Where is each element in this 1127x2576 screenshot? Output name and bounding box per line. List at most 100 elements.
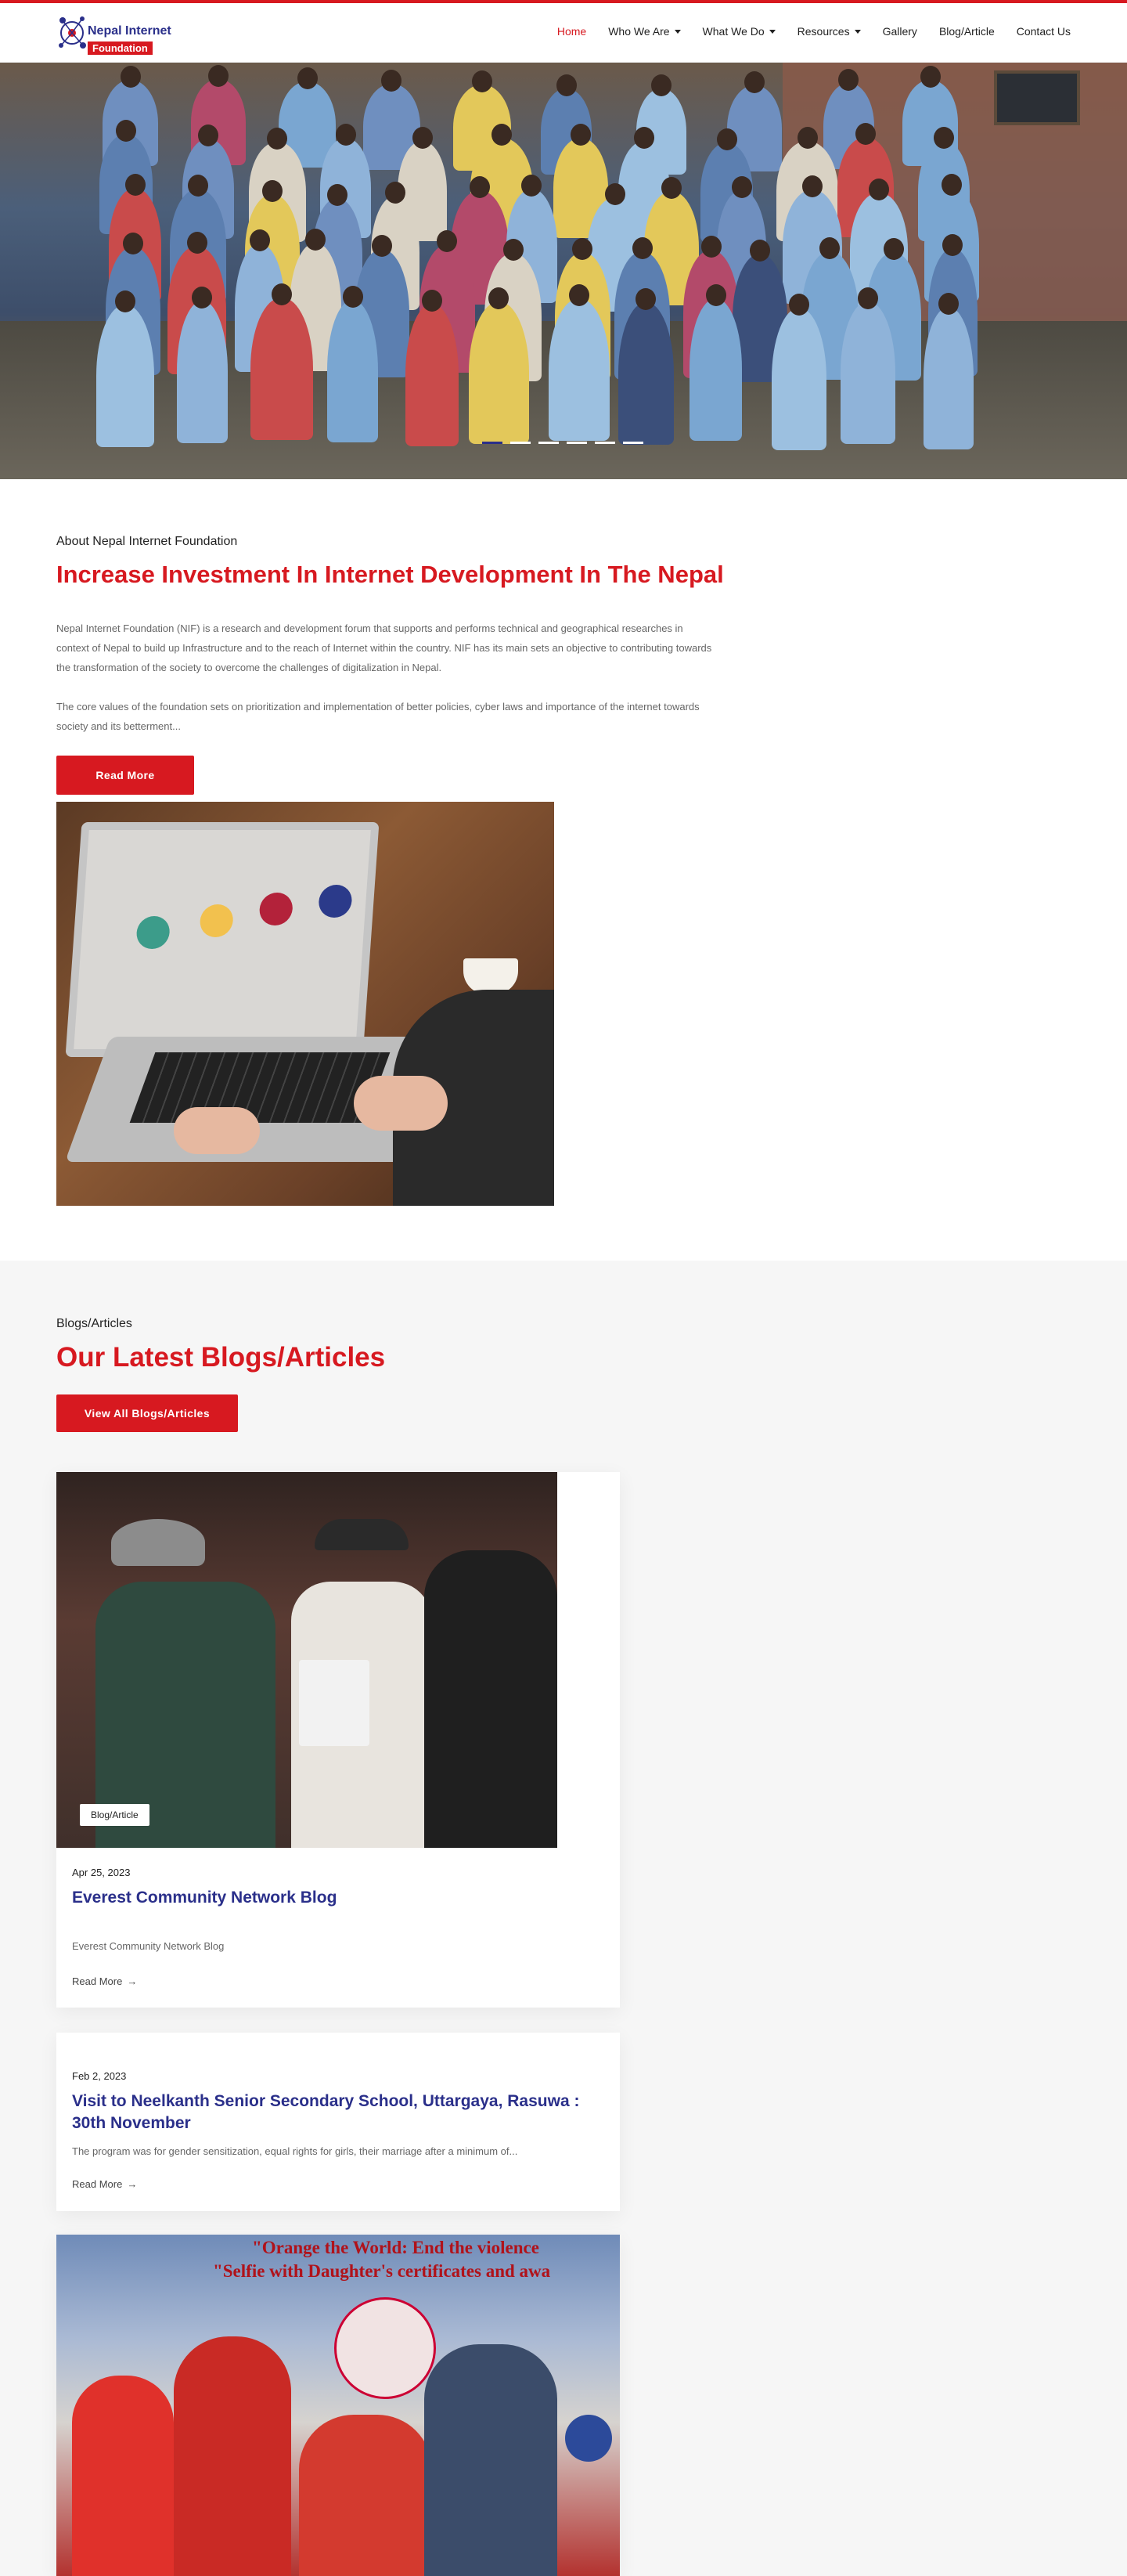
crowd-person xyxy=(176,287,229,444)
screen-logo-4 xyxy=(317,885,353,918)
cap-shape xyxy=(111,1519,205,1566)
blog-excerpt: Everest Community Network Blog xyxy=(72,1940,225,1952)
person-head xyxy=(572,238,593,261)
person-head xyxy=(469,176,490,199)
blog-date: Feb 2, 2023 xyxy=(72,2070,127,2082)
person-head xyxy=(502,238,524,261)
nav-what-we-do[interactable]: What We Do xyxy=(703,25,776,38)
person-head xyxy=(122,232,143,254)
blogs-title: Our Latest Blogs/Articles xyxy=(56,1342,386,1373)
crowd-person xyxy=(468,287,529,444)
person-head xyxy=(942,233,963,256)
crowd-person xyxy=(923,292,974,449)
blog-card: "Orange the World: End the violence "Sel… xyxy=(56,2235,620,2576)
ribbon-emblem xyxy=(334,2297,436,2399)
person-head xyxy=(372,234,393,257)
blog-title[interactable]: Everest Community Network Blog xyxy=(72,1887,604,1909)
person-head xyxy=(271,283,292,306)
crowd-person xyxy=(618,287,674,445)
person-head xyxy=(705,283,726,306)
site-logo[interactable]: Nepal Internet Foundation xyxy=(56,9,174,55)
person-head xyxy=(920,66,941,88)
image-banner-line1: "Orange the World: End the violence xyxy=(252,2238,539,2257)
person-head xyxy=(731,176,752,199)
person-4 xyxy=(424,2344,557,2576)
arrow-right-icon: → xyxy=(127,2178,138,2190)
site-header: Nepal Internet Foundation Home Who We Ar… xyxy=(0,3,1127,63)
view-all-blogs-button[interactable]: View All Blogs/Articles xyxy=(56,1394,238,1432)
nav-who-we-are[interactable]: Who We Are xyxy=(608,25,681,38)
person-1 xyxy=(72,2376,174,2576)
person-head xyxy=(819,236,841,259)
person-head xyxy=(521,175,542,197)
chevron-down-icon xyxy=(854,29,861,34)
nav-home[interactable]: Home xyxy=(557,25,586,38)
slider-dot[interactable] xyxy=(623,442,643,444)
crowd-person xyxy=(549,284,610,442)
crowd-person xyxy=(841,287,895,445)
laptop-screen xyxy=(65,822,380,1057)
person-head xyxy=(335,124,356,146)
person-head xyxy=(933,126,954,149)
nav-resources[interactable]: Resources xyxy=(798,25,861,38)
blog-read-more-link[interactable]: Read More → xyxy=(72,2178,137,2190)
person-hand-left xyxy=(174,1107,260,1154)
person-head xyxy=(267,127,288,150)
crowd-person xyxy=(405,290,459,447)
person-head xyxy=(491,124,513,146)
certificate xyxy=(299,1660,369,1746)
person-head xyxy=(124,174,146,197)
person-head xyxy=(305,229,326,251)
person-head xyxy=(250,229,271,252)
blogs-eyebrow: Blogs/Articles xyxy=(56,1317,132,1330)
person-head xyxy=(883,238,904,261)
person-head xyxy=(801,175,823,198)
blog-card: Feb 2, 2023 Visit to Neelkanth Senior Se… xyxy=(56,2033,620,2211)
nav-blog-article[interactable]: Blog/Article xyxy=(939,25,995,38)
slider-dot[interactable] xyxy=(538,442,559,444)
slider-dot[interactable] xyxy=(510,442,531,444)
blog-card-image[interactable]: "Orange the World: End the violence "Sel… xyxy=(56,2235,620,2576)
hero-group-photo xyxy=(94,63,1002,450)
about-paragraph-1: Nepal Internet Foundation (NIF) is a res… xyxy=(56,622,712,673)
blog-category-badge[interactable]: Blog/Article xyxy=(80,1804,149,1826)
chevron-down-icon xyxy=(769,29,776,34)
pay-badge xyxy=(565,2415,612,2462)
person-head xyxy=(858,287,879,310)
person-head xyxy=(186,231,207,254)
about-read-more-button[interactable]: Read More xyxy=(56,756,194,795)
person-head xyxy=(342,286,363,308)
person-head xyxy=(381,69,402,92)
slider-dot[interactable] xyxy=(482,442,502,444)
crowd-person xyxy=(96,290,154,448)
blog-date: Apr 25, 2023 xyxy=(72,1867,131,1878)
blog-read-more-link[interactable]: Read More → xyxy=(72,1975,137,1987)
person-head xyxy=(634,127,655,150)
arrow-right-icon: → xyxy=(127,1975,138,1987)
person-head xyxy=(838,69,859,92)
person-head xyxy=(632,237,653,260)
slider-dot[interactable] xyxy=(567,442,587,444)
person-head xyxy=(744,71,765,94)
laptop-keyboard xyxy=(129,1052,391,1123)
nav-contact-us-label: Contact Us xyxy=(1016,25,1071,38)
blog-title[interactable]: Visit to Neelkanth Senior Secondary Scho… xyxy=(72,2091,604,2134)
read-more-label: Read More xyxy=(72,2178,123,2190)
blog-card: Blog/Article Apr 25, 2023 Everest Commun… xyxy=(56,1472,620,2008)
crowd-person xyxy=(689,283,743,441)
nav-who-we-are-label: Who We Are xyxy=(608,25,670,38)
read-more-label: Read More xyxy=(72,1975,123,1987)
nav-contact-us[interactable]: Contact Us xyxy=(1017,25,1071,38)
blog-card-image[interactable] xyxy=(56,1472,557,1848)
laptop-photo xyxy=(56,802,554,1206)
person-head xyxy=(261,180,283,203)
nav-gallery[interactable]: Gallery xyxy=(883,25,917,38)
person-hand-right xyxy=(354,1076,448,1131)
person-head xyxy=(192,287,213,309)
nav-resources-label: Resources xyxy=(797,25,850,38)
person-head xyxy=(636,287,657,310)
slider-dot[interactable] xyxy=(595,442,615,444)
person-head xyxy=(556,74,577,97)
person-head xyxy=(412,126,433,149)
person-head xyxy=(700,235,722,258)
